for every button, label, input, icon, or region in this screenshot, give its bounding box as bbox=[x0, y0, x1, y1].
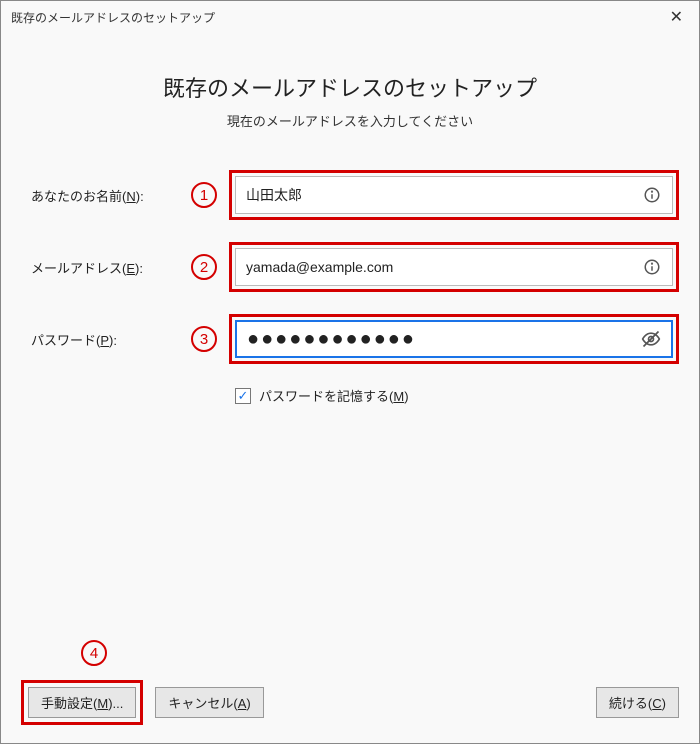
remember-label: パスワードを記憶する(M) bbox=[259, 386, 409, 405]
page-subtitle: 現在のメールアドレスを入力してください bbox=[21, 111, 679, 130]
close-icon[interactable]: ✕ bbox=[664, 7, 689, 27]
window-title: 既存のメールアドレスのセットアップ bbox=[11, 9, 215, 26]
row-name: あなたのお名前(N): 1 山田太郎 bbox=[21, 170, 679, 220]
check-icon: ✓ bbox=[238, 389, 249, 402]
email-field-frame: yamada@example.com bbox=[229, 242, 679, 292]
annotation-4: 4 bbox=[81, 640, 107, 666]
password-field-frame: ●●●●●●●●●●●● bbox=[229, 314, 679, 364]
titlebar: 既存のメールアドレスのセットアップ ✕ bbox=[1, 1, 699, 31]
password-input[interactable]: ●●●●●●●●●●●● bbox=[235, 320, 673, 358]
password-value: ●●●●●●●●●●●● bbox=[247, 329, 641, 349]
setup-dialog: 既存のメールアドレスのセットアップ ✕ 既存のメールアドレスのセットアップ 現在… bbox=[0, 0, 700, 744]
annotation-2: 2 bbox=[191, 254, 217, 280]
eye-slash-icon[interactable] bbox=[641, 329, 661, 349]
annotation-3: 3 bbox=[191, 326, 217, 352]
email-value: yamada@example.com bbox=[246, 259, 642, 275]
name-value: 山田太郎 bbox=[246, 185, 642, 205]
annotation-1: 1 bbox=[191, 182, 217, 208]
manual-button-frame: 手動設定(M)... bbox=[21, 680, 143, 725]
cancel-button[interactable]: キャンセル(A) bbox=[155, 687, 263, 718]
email-input[interactable]: yamada@example.com bbox=[235, 248, 673, 286]
remember-row: ✓ パスワードを記憶する(M) bbox=[235, 386, 679, 405]
manual-setup-button[interactable]: 手動設定(M)... bbox=[28, 687, 136, 718]
page-title: 既存のメールアドレスのセットアップ bbox=[21, 71, 679, 103]
continue-button[interactable]: 続ける(C) bbox=[596, 687, 679, 718]
label-name: あなたのお名前(N): bbox=[21, 186, 171, 205]
info-icon[interactable] bbox=[642, 257, 662, 277]
row-password: パスワード(P): 3 ●●●●●●●●●●●● bbox=[21, 314, 679, 364]
remember-checkbox[interactable]: ✓ bbox=[235, 388, 251, 404]
label-email: メールアドレス(E): bbox=[21, 258, 171, 277]
label-password: パスワード(P): bbox=[21, 330, 171, 349]
content-area: 既存のメールアドレスのセットアップ 現在のメールアドレスを入力してください あな… bbox=[1, 31, 699, 668]
footer: 4 手動設定(M)... キャンセル(A) 続ける(C) bbox=[1, 668, 699, 743]
info-icon[interactable] bbox=[642, 185, 662, 205]
name-field-frame: 山田太郎 bbox=[229, 170, 679, 220]
name-input[interactable]: 山田太郎 bbox=[235, 176, 673, 214]
row-email: メールアドレス(E): 2 yamada@example.com bbox=[21, 242, 679, 292]
